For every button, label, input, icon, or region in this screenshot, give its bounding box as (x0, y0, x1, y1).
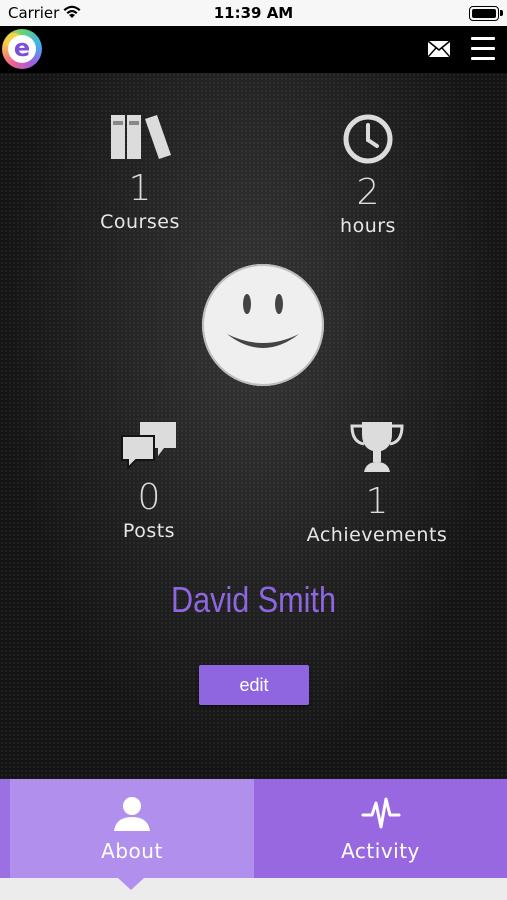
battery-icon (469, 6, 499, 21)
active-tab-indicator (118, 878, 144, 890)
tab-about-label: About (101, 839, 163, 863)
edit-button[interactable]: edit (199, 665, 309, 705)
courses-label: Courses (100, 211, 180, 233)
chat-bubbles-icon (49, 420, 249, 474)
hours-label: hours (340, 215, 396, 237)
top-nav (0, 26, 507, 73)
smiley-avatar-icon (227, 294, 299, 348)
tab-about[interactable]: About (0, 779, 254, 878)
trophy-icon (277, 420, 477, 478)
clock-time: 11:39 AM (213, 4, 294, 22)
tab-activity[interactable]: Activity (254, 779, 507, 878)
hours-stat: 2 hours (268, 113, 468, 237)
posts-label: Posts (122, 520, 176, 542)
user-name: David Smith (171, 579, 336, 620)
courses-count: 1 (128, 168, 152, 209)
posts-stat: 0 Posts (49, 420, 249, 542)
avatar[interactable] (202, 264, 324, 386)
profile-panel: 1 Courses 2 hours 0 Posts 1 Achievements… (0, 73, 507, 779)
tab-activity-label: Activity (341, 839, 420, 863)
mail-icon[interactable] (427, 39, 451, 59)
pulse-icon (361, 795, 401, 838)
posts-count: 0 (137, 477, 161, 518)
achievements-stat: 1 Achievements (277, 420, 477, 546)
tab-bar: About Activity (0, 779, 507, 878)
books-icon (40, 113, 240, 165)
achievements-count: 1 (365, 481, 389, 522)
hamburger-menu-icon[interactable] (471, 37, 495, 61)
user-icon (112, 795, 152, 838)
clock-icon (268, 113, 468, 169)
app-logo[interactable] (2, 29, 42, 69)
courses-stat: 1 Courses (40, 113, 240, 233)
status-bar: Carrier 11:39 AM (0, 0, 507, 26)
bottom-strip (0, 878, 507, 900)
battery-tip (500, 10, 503, 16)
hours-count: 2 (356, 172, 380, 213)
achievements-label: Achievements (306, 524, 448, 546)
